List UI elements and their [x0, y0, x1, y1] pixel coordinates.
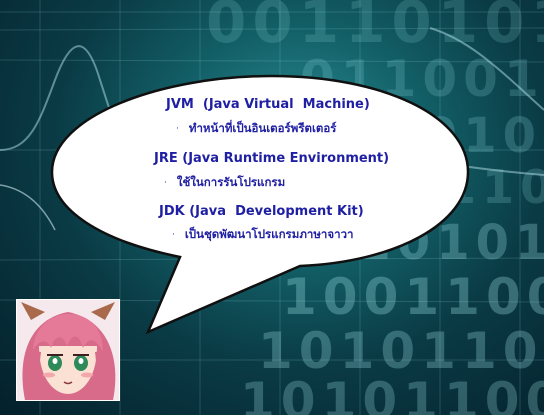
jvm-heading: JVM (Java Virtual Machine)	[166, 97, 370, 112]
jvm-description: · ทำหน้าที่เป็นอินเตอร์พรีตเตอร์	[176, 120, 336, 138]
bullet-icon: ·	[172, 230, 175, 240]
jdk-heading: JDK (Java Development Kit)	[159, 204, 364, 219]
bullet-icon: ·	[164, 178, 167, 188]
jre-description: · ใช้ในการรันโปรแกรม	[164, 174, 285, 192]
slide-canvas: 00110101001 0110011001 1101001 1011100 0…	[0, 0, 544, 415]
anime-avatar-icon	[16, 299, 120, 401]
jre-bullet-text: ใช้ในการรันโปรแกรม	[176, 175, 286, 189]
jvm-bullet-text: ทำหน้าที่เป็นอินเตอร์พรีตเตอร์	[188, 121, 337, 135]
jdk-description: · เป็นชุดพัฒนาโปรแกรมภาษาจาวา	[172, 226, 354, 244]
jdk-bullet-text: เป็นชุดพัฒนาโปรแกรมภาษาจาวา	[184, 227, 354, 241]
jre-heading: JRE (Java Runtime Environment)	[154, 151, 390, 166]
bullet-icon: ·	[176, 124, 179, 134]
